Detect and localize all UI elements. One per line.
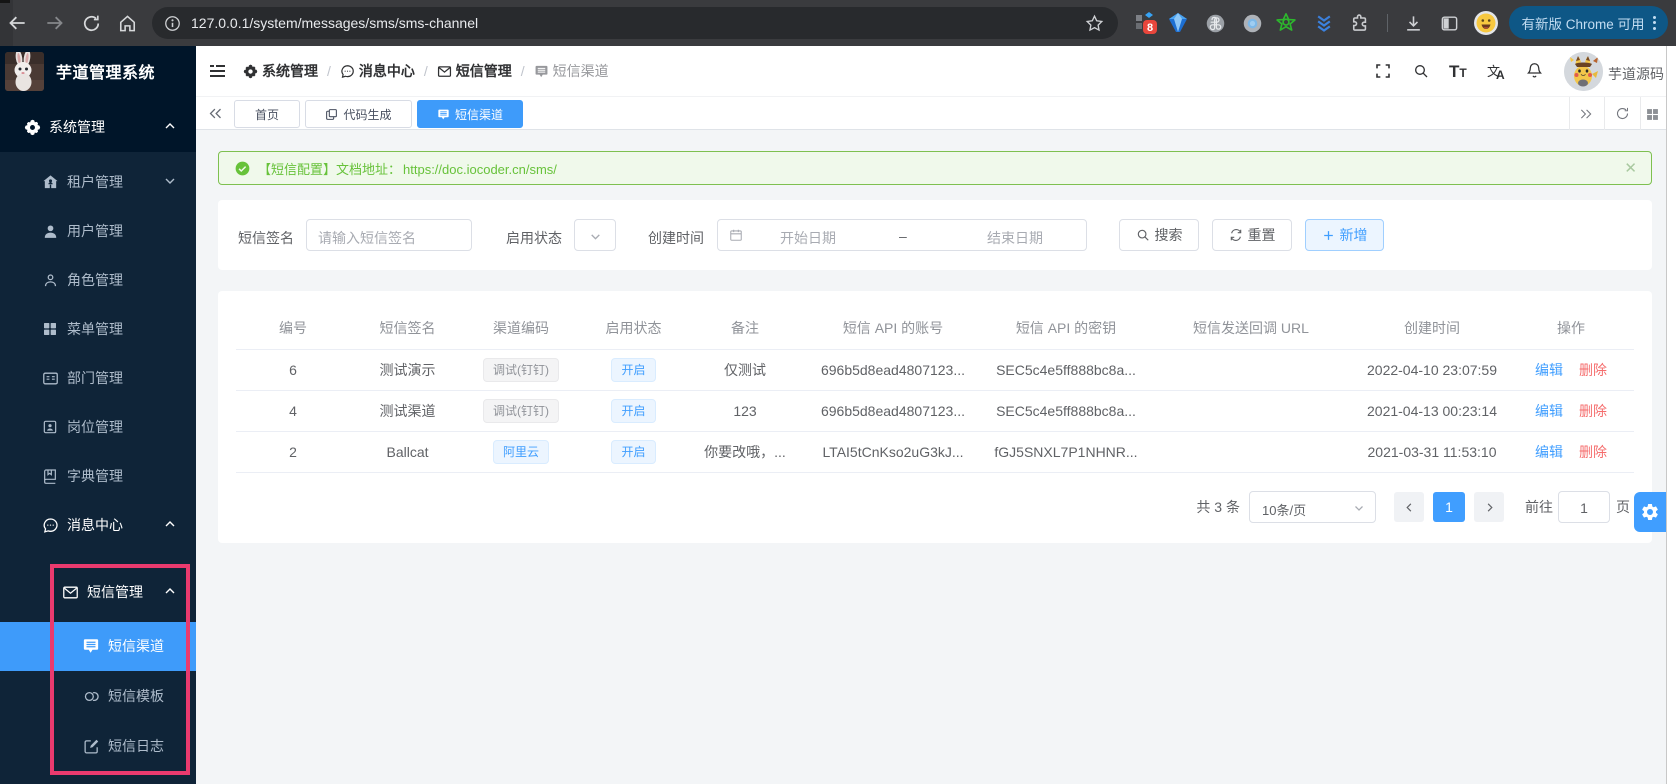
svg-text:8: 8 bbox=[1146, 22, 1152, 34]
